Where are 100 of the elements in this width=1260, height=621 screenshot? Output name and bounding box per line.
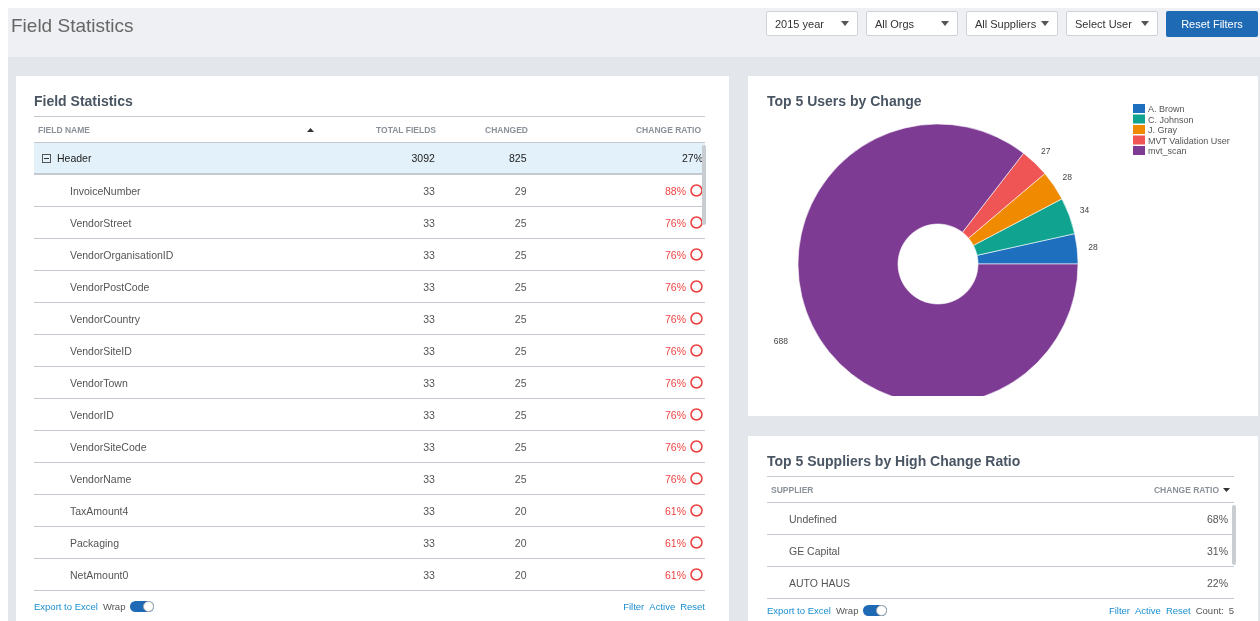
column-header[interactable]: SUPPLIER [771, 484, 814, 495]
warning-circle-icon [690, 280, 703, 293]
caret-icon [841, 21, 849, 26]
table-cell: 88% [664, 184, 686, 197]
table-cell-text: 33 [422, 216, 435, 229]
table-cell: NetAmount0 [70, 568, 129, 581]
panel-title: Top 5 Users by Change [767, 92, 922, 111]
wrap-label: Wrap [102, 600, 126, 612]
table-cell: Header [57, 152, 92, 164]
table-cell-text: 20 [513, 568, 527, 581]
data-label: 28 [1088, 242, 1098, 252]
wrap-toggle[interactable] [130, 600, 155, 612]
filter-dropdown[interactable]: 2015 year [766, 11, 858, 36]
count-label: Count: [1195, 605, 1224, 616]
footer-link[interactable]: Active [1135, 605, 1161, 616]
filter-dropdown[interactable]: Select User [1066, 11, 1158, 36]
table-cell-text: 33 [422, 344, 435, 357]
table-cell: TaxAmount4 [70, 504, 129, 517]
table-cell: 76% [664, 248, 686, 261]
table-cell-text: 825 [508, 152, 527, 164]
warning-circle-icon [690, 536, 703, 549]
table-cell-text: 25 [513, 248, 527, 261]
column-header[interactable]: CHANGE RATIO [1154, 484, 1219, 495]
caret-icon [1141, 21, 1149, 26]
table-cell-text: 20 [513, 536, 527, 549]
table-cell-text: 25 [513, 376, 527, 389]
data-label: 688 [773, 336, 788, 347]
footer-link[interactable]: Filter [1108, 605, 1130, 616]
sort-ascending-icon [307, 127, 314, 132]
export-link[interactable]: Export to Excel [767, 605, 831, 616]
table-cell-text: AUTO HAUS [788, 576, 852, 589]
column-header[interactable]: CHANGE RATIO [636, 124, 701, 135]
table-cell: 76% [664, 440, 686, 453]
warning-circle-icon [690, 376, 703, 389]
table-cell-text: 31% [1206, 544, 1229, 557]
table-cell: VendorOrganisationID [70, 248, 174, 261]
reset-filters-button[interactable]: Reset Filters [1166, 10, 1258, 37]
table-cell-text: 33 [422, 472, 435, 485]
panel-title: Top 5 Suppliers by High Change Ratio [767, 452, 1021, 471]
table-cell: VendorID [70, 408, 114, 421]
table-cell: 76% [664, 376, 686, 389]
filter-dropdown[interactable]: All Orgs [866, 11, 958, 36]
table-cell: 61% [664, 504, 686, 517]
legend-swatch [1133, 146, 1145, 155]
table-cell-text: 33 [422, 376, 435, 389]
warning-circle-icon [690, 312, 703, 325]
table-cell: 76% [664, 216, 686, 229]
table-cell-text: 20 [513, 504, 527, 517]
table-cell-text: 33 [422, 440, 435, 453]
filter-dropdown[interactable]: All Suppliers [966, 11, 1058, 36]
table-cell-text: 25 [513, 440, 527, 453]
data-label: 28 [1062, 171, 1073, 182]
table-cell: 61% [664, 536, 686, 549]
table-cell-text: 22% [1206, 576, 1229, 589]
column-header[interactable]: CHANGED [485, 124, 528, 135]
caret-icon [1041, 21, 1049, 26]
warning-circle-icon [690, 216, 703, 229]
table-cell: 76% [664, 312, 686, 325]
footer-link[interactable]: Reset [680, 600, 705, 612]
legend-label: C. Johnson [1148, 114, 1194, 125]
warning-circle-icon [690, 504, 703, 517]
table-cell-text: GE Capital [788, 544, 841, 557]
table-cell-text: 25 [513, 312, 527, 325]
panel-title: Field Statistics [34, 92, 133, 111]
table-cell-text: 68% [1206, 512, 1229, 525]
warning-circle-icon [690, 184, 703, 197]
page-title: Field Statistics [11, 15, 134, 37]
table-cell: VendorName [70, 472, 132, 485]
wrap-label: Wrap [835, 605, 859, 616]
export-link[interactable]: Export to Excel [34, 600, 98, 612]
table-cell: VendorPostCode [70, 280, 150, 293]
warning-circle-icon [690, 440, 703, 453]
legend-label: MVT Validation User [1148, 135, 1230, 146]
table-cell-text: 25 [513, 216, 527, 229]
sort-descending-icon [1223, 487, 1230, 492]
table-cell: 76% [664, 472, 686, 485]
table-cell-text: 25 [513, 408, 527, 421]
column-header[interactable]: TOTAL FIELDS [376, 124, 436, 135]
legend-swatch [1133, 104, 1145, 113]
table-cell-text: 33 [422, 184, 435, 197]
data-label: 27 [1041, 146, 1051, 157]
table-cell: VendorSiteID [70, 344, 132, 357]
footer-link[interactable]: Filter [623, 600, 645, 612]
table-cell-text: 25 [513, 472, 527, 485]
collapse-icon[interactable] [42, 153, 51, 163]
table-cell-text: 33 [422, 504, 435, 517]
legend-swatch [1133, 114, 1145, 124]
column-header[interactable]: FIELD NAME [38, 124, 90, 135]
table-cell: 61% [664, 568, 686, 581]
table-cell: VendorSiteCode [70, 440, 147, 453]
table-cell: VendorStreet [70, 216, 132, 229]
table-cell: 76% [664, 344, 686, 357]
table-cell-text: 3092 [410, 152, 435, 164]
footer-link[interactable]: Active [649, 600, 676, 612]
wrap-toggle[interactable] [863, 605, 888, 616]
legend-label: mvt_scan [1148, 146, 1187, 156]
legend-label: J. Gray [1148, 125, 1177, 135]
footer-link[interactable]: Reset [1165, 605, 1191, 616]
table-cell-text: 25 [513, 344, 527, 357]
table-cell: 76% [664, 280, 686, 293]
